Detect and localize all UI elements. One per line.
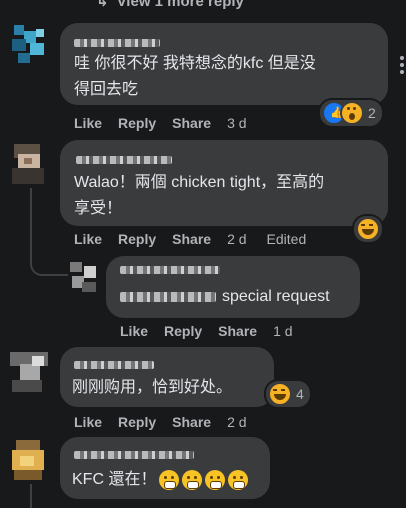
haha-icon xyxy=(268,382,292,406)
like-button[interactable]: Like xyxy=(74,414,102,430)
thread-connector xyxy=(30,484,32,508)
reaction-count: 2 xyxy=(368,105,376,121)
commenter-name[interactable] xyxy=(120,266,220,274)
reply-button[interactable]: Reply xyxy=(118,231,156,247)
like-button[interactable]: Like xyxy=(74,231,102,247)
comment-text: special request xyxy=(222,288,330,305)
comment-text-content: KFC 還在！ xyxy=(72,471,157,488)
comment-text: Walao！兩個 chicken tight，至高的 xyxy=(74,174,325,191)
share-button[interactable]: Share xyxy=(172,231,211,247)
comment-bubble: 哇 你很不好 我特想念的kfc 但是没 得回去吃 xyxy=(60,23,388,105)
comment-bubble: Walao！兩個 chicken tight，至高的 享受！ xyxy=(60,140,388,226)
more-options-icon[interactable] xyxy=(400,56,404,74)
haha-icon xyxy=(356,217,380,241)
timestamp[interactable]: 3 d xyxy=(227,115,246,131)
comment-bubble: KFC 還在！ xyxy=(60,437,270,499)
fearful-face-icon xyxy=(159,469,180,490)
fearful-face-icon xyxy=(228,469,249,490)
reply-button[interactable]: Reply xyxy=(164,323,202,339)
comment-actions: Like Reply Share 2 d Edited xyxy=(74,231,322,247)
edited-label[interactable]: Edited xyxy=(267,231,307,247)
comment-actions: Like Reply Share 2 d xyxy=(74,414,263,430)
thread-connector xyxy=(30,188,68,276)
reply-button[interactable]: Reply xyxy=(118,414,156,430)
reaction-summary[interactable] xyxy=(354,216,382,242)
comment-text: 哇 你很不好 我特想念的kfc 但是没 xyxy=(74,55,316,72)
reaction-summary[interactable]: 👍 2 xyxy=(320,100,382,126)
reaction-count: 4 xyxy=(296,386,304,402)
commenter-name[interactable] xyxy=(74,451,194,459)
timestamp[interactable]: 1 d xyxy=(273,323,292,339)
fearful-face-icon xyxy=(182,469,203,490)
fearful-face-icon xyxy=(205,469,226,490)
timestamp[interactable]: 2 d xyxy=(227,231,246,247)
comment-text: KFC 還在！ xyxy=(72,467,249,493)
comment-actions: Like Reply Share 1 d xyxy=(120,323,309,339)
reply-button[interactable]: Reply xyxy=(118,115,156,131)
wow-icon xyxy=(340,101,364,125)
comment-bubble: special request xyxy=(106,256,360,318)
comment-text: 刚刚购用，恰到好处。 xyxy=(72,379,233,396)
avatar[interactable] xyxy=(10,352,50,392)
comment-actions: Like Reply Share 3 d xyxy=(74,115,263,131)
like-button[interactable]: Like xyxy=(74,115,102,131)
mentioned-user-tag[interactable] xyxy=(120,292,216,302)
share-button[interactable]: Share xyxy=(172,414,211,430)
view-more-label: View 1 more reply xyxy=(116,0,244,10)
avatar[interactable] xyxy=(68,262,100,294)
commenter-name[interactable] xyxy=(74,39,160,47)
commenter-name[interactable] xyxy=(76,156,172,164)
timestamp[interactable]: 2 d xyxy=(227,414,246,430)
reaction-summary[interactable]: 4 xyxy=(266,381,310,407)
view-more-replies-link[interactable]: ↳ View 1 more reply xyxy=(96,0,244,10)
like-button[interactable]: Like xyxy=(120,323,148,339)
comment-text: 得回去吃 xyxy=(74,81,139,98)
avatar[interactable] xyxy=(10,144,50,184)
share-button[interactable]: Share xyxy=(218,323,257,339)
reply-arrow-icon: ↳ xyxy=(96,0,109,10)
avatar[interactable] xyxy=(10,25,50,65)
commenter-name[interactable] xyxy=(74,361,154,369)
comment-bubble: 刚刚购用，恰到好处。 xyxy=(60,347,274,407)
share-button[interactable]: Share xyxy=(172,115,211,131)
avatar[interactable] xyxy=(10,440,50,480)
comment-text: 享受！ xyxy=(74,200,123,217)
